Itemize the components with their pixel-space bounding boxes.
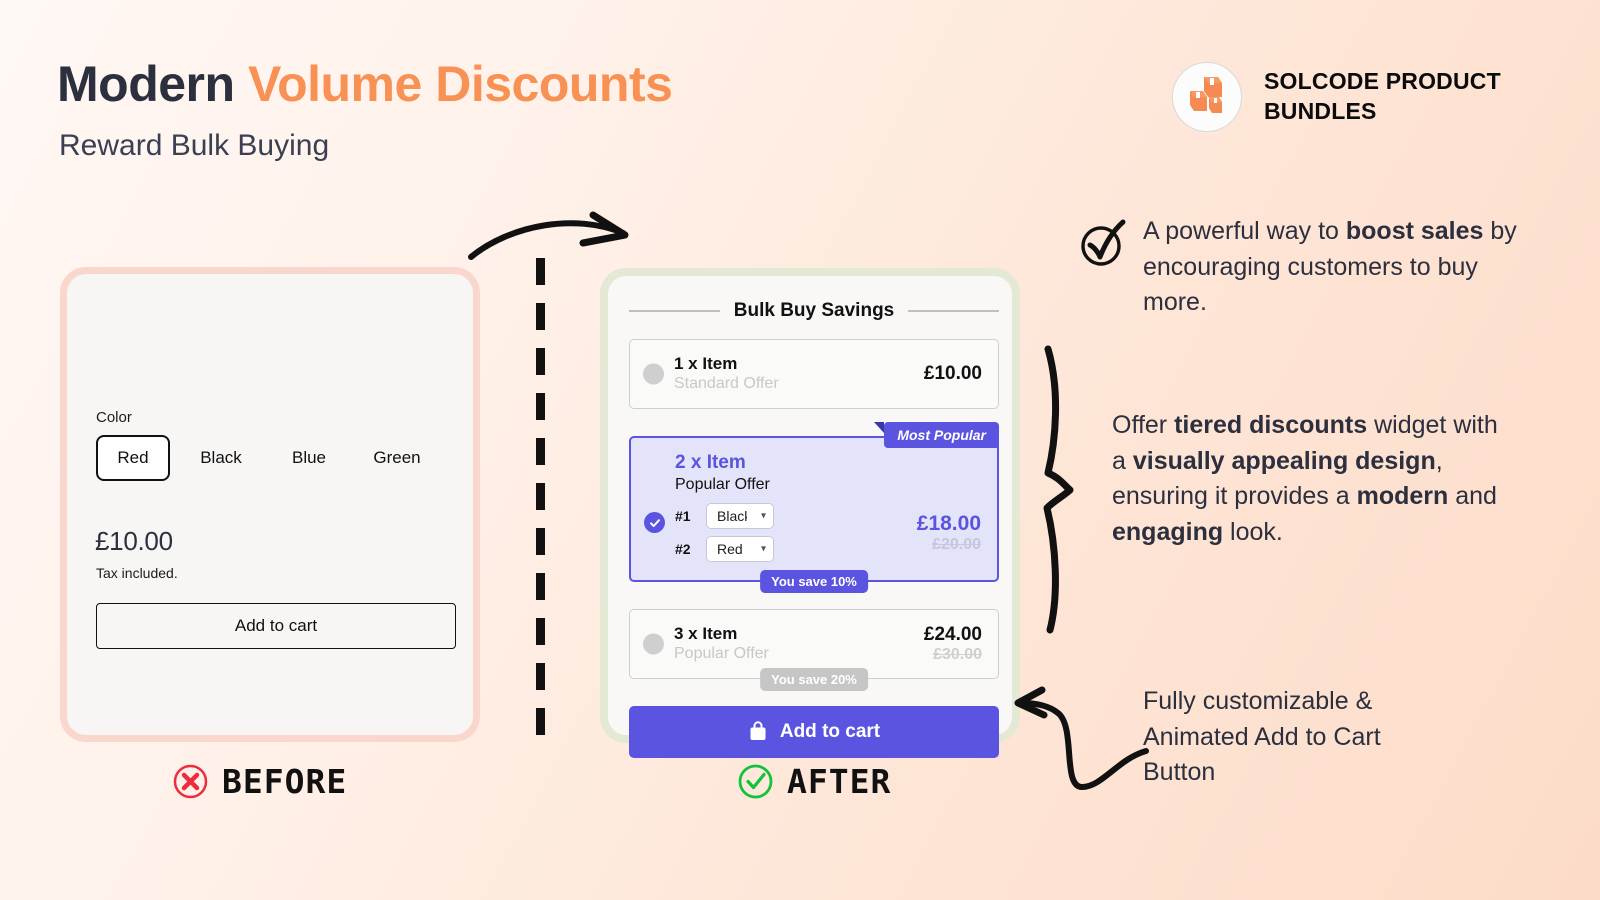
tax-included-note: Tax included. [96,565,178,581]
variant-index-1: #1 [675,507,691,524]
color-swatch-row: Red Black Blue Green [96,435,434,481]
hand-drawn-brace-icon [1034,345,1084,640]
tier-radio-1[interactable] [643,363,664,385]
tier-qty-2: 2 x Item [675,452,746,474]
annotation-customizable-button: Fully customizable & Animated Add to Car… [1143,687,1381,786]
color-option-label: Color [96,409,132,426]
note2-part-h: engaging [1112,517,1224,546]
variant-select-wrap-1: Black ▾ [706,502,774,529]
brand-name-line1: SOLCODE PRODUCT [1264,68,1501,95]
color-swatch-green[interactable]: Green [360,437,434,479]
variant-index-2: #2 [675,540,691,557]
tier-option-2[interactable]: Most Popular 2 x Item Popular Offer #1 B… [629,422,999,593]
brand-name-line2: BUNDLES [1264,98,1377,124]
tier-was-price-3: £30.00 [933,645,982,663]
note1-part-b: boost sales [1345,217,1484,245]
tier-pricebox-1: £10.00 [924,363,982,385]
tier-option-3[interactable]: 3 x Item Popular Offer £24.00 £30.00 You… [629,608,999,691]
most-popular-badge: Most Popular [874,422,999,449]
tier-price-2: £18.00 [916,512,981,536]
check-icon [649,518,660,527]
note2-part-d: visually appealing design [1132,446,1436,475]
annotation-boost-sales: A powerful way to boost sales by encoura… [1143,214,1543,321]
before-label: BEFORE [172,762,347,801]
note2-part-i: look. [1223,517,1283,546]
bulk-buy-widget: Bulk Buy Savings 1 x Item Standard Offer… [629,300,999,758]
widget-title: Bulk Buy Savings [629,300,999,322]
tier-pricebox-3: £24.00 £30.00 [924,624,982,664]
page-title-plain: Modern [57,56,248,112]
page-subtitle: Reward Bulk Buying [59,129,330,162]
vertical-dashed-divider [536,258,545,748]
tier-price-3: £24.00 [923,623,982,645]
page-title-accent: Volume Discounts [247,56,673,112]
divider-line-left [629,310,720,312]
before-price: £10.00 [95,526,173,556]
note1-part-a: A powerful way to [1143,217,1346,245]
tier-offer-2: Popular Offer [675,475,770,493]
before-label-text: BEFORE [222,762,348,801]
tier-radio-3[interactable] [643,633,664,655]
note2-part-b: tiered discounts [1174,411,1368,439]
note2-part-f: modern [1356,482,1449,510]
brand-logo: SOLCODE PRODUCT BUNDLES [1172,62,1501,132]
color-swatch-red[interactable]: Red [96,435,170,481]
check-circle-icon [738,764,773,799]
widget-title-text: Bulk Buy Savings [733,300,895,321]
color-swatch-black[interactable]: Black [184,437,258,479]
after-add-to-cart-button[interactable]: Add to cart [629,705,999,758]
cross-circle-icon [173,764,208,799]
after-label-text: AFTER [787,762,892,801]
before-product-card: Color Red Black Blue Green £10.00 Tax in… [60,267,480,742]
brand-name: SOLCODE PRODUCT BUNDLES [1264,67,1501,127]
divider-line-right [908,310,999,312]
tier-option-1[interactable]: 1 x Item Standard Offer £10.00 [629,339,999,410]
before-add-to-cart-button[interactable]: Add to cart [96,603,456,649]
tier-savings-badge-2: You save 10% [760,569,868,593]
color-swatch-blue[interactable]: Blue [272,437,346,479]
callout-arrow-icon [1000,655,1150,800]
tier-price-1: £10.00 [923,363,982,385]
shopping-bag-icon [750,721,766,741]
variant-select-1[interactable]: Black [706,502,774,529]
tier-was-price-2: £20.00 [932,536,981,554]
after-add-to-cart-label: Add to cart [779,720,881,742]
page-title: Modern Volume Discounts [57,55,673,113]
note2-part-g: and [1448,482,1497,510]
hand-drawn-check-icon [1079,218,1127,275]
note2-part-a: Offer [1112,411,1175,439]
variant-select-wrap-2: Red ▾ [706,535,774,562]
tier-pricebox-2: £18.00 £20.00 [917,512,981,554]
after-label: AFTER [737,762,891,801]
boxes-logo-icon [1172,62,1242,132]
annotation-tiered-discounts: Offer tiered discounts widget with a vis… [1112,408,1512,550]
tier-savings-badge-3: You save 20% [760,667,868,691]
tier-radio-2[interactable] [644,512,665,534]
variant-select-2[interactable]: Red [706,535,774,562]
transition-arrow-icon [465,205,640,270]
after-product-card: Bulk Buy Savings 1 x Item Standard Offer… [600,268,1020,758]
